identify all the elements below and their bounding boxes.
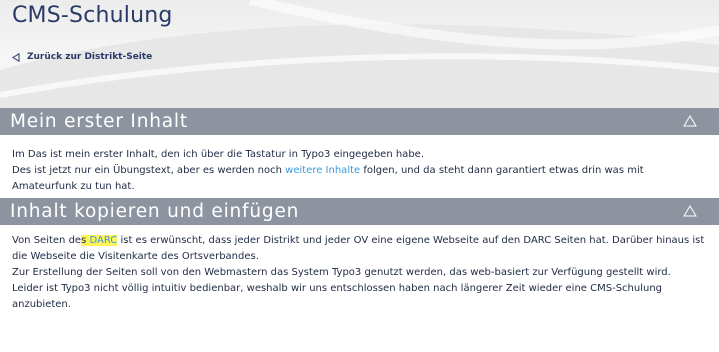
page-title: CMS-Schulung: [12, 3, 173, 28]
paragraph-line: Im Das ist mein erster Inhalt, den ich ü…: [12, 149, 424, 160]
weitere-inhalte-link[interactable]: weitere Inhalte: [285, 165, 360, 176]
back-link-label: Zurück zur Distrikt-Seite: [27, 52, 153, 62]
paragraph-line: Zur Erstellung der Seiten soll von den W…: [12, 267, 671, 278]
section-header-mein-erster-inhalt[interactable]: Mein erster Inhalt: [0, 108, 719, 135]
paragraph-line: Leider ist Typo3 nicht völlig intuitiv b…: [12, 283, 663, 310]
back-to-district-link[interactable]: Zurück zur Distrikt-Seite: [12, 52, 152, 62]
darc-link[interactable]: DARC: [89, 235, 117, 246]
section-title: Mein erster Inhalt: [10, 111, 188, 132]
section-title: Inhalt kopieren und einfügen: [10, 201, 300, 222]
paragraph: Im Das ist mein erster Inhalt, den ich ü…: [12, 147, 707, 195]
paragraph: Von Seiten des DARC ist es erwünscht, da…: [12, 233, 707, 313]
paragraph-text: Von Seiten de: [12, 235, 82, 246]
triangle-left-icon: [12, 52, 20, 62]
triangle-up-icon[interactable]: [683, 115, 697, 127]
page-header: CMS-Schulung Zurück zur Distrikt-Seite: [0, 0, 719, 108]
paragraph-text: Des ist jetzt nur ein Übungstext, aber e…: [12, 165, 286, 176]
section-header-inhalt-kopieren[interactable]: Inhalt kopieren und einfügen: [0, 198, 719, 225]
section-content-inhalt-kopieren: Von Seiten des DARC ist es erwünscht, da…: [0, 225, 719, 313]
triangle-up-icon[interactable]: [683, 205, 697, 217]
highlighted-text: s DARC: [81, 235, 118, 246]
section-content-mein-erster-inhalt: Im Das ist mein erster Inhalt, den ich ü…: [0, 135, 719, 198]
